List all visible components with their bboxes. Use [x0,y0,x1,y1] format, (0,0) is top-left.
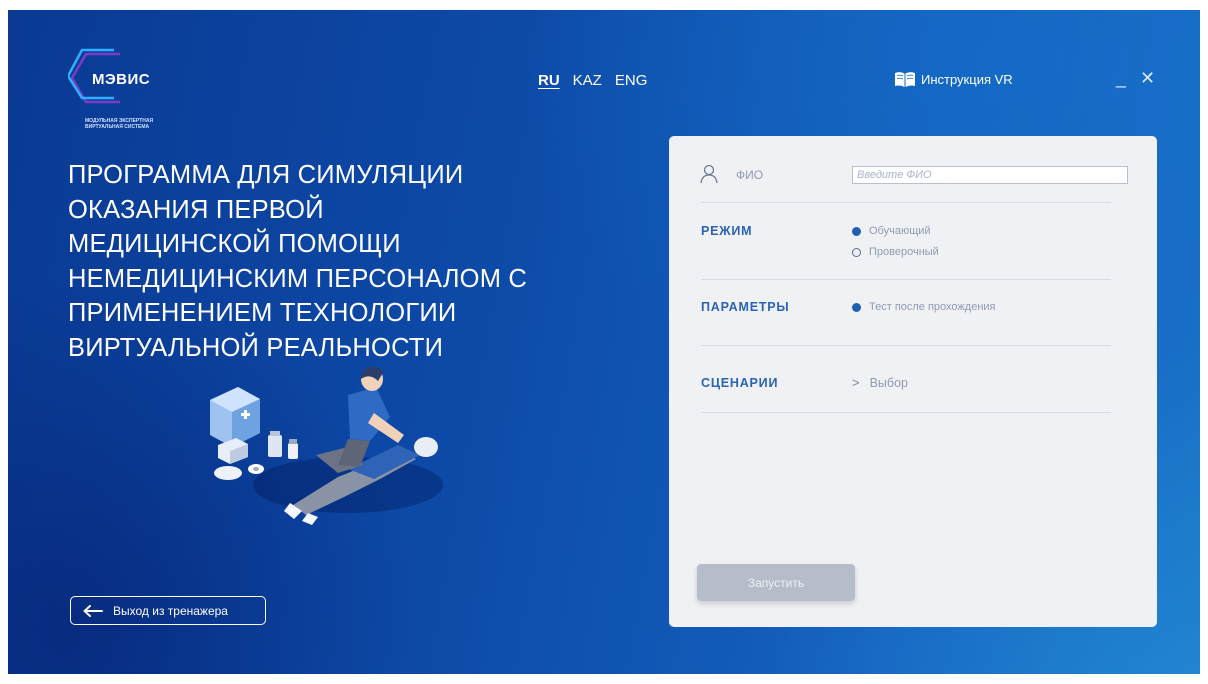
logo: МЭВИС МОДУЛЬНАЯ ЭКСПЕРТНАЯ ВИРТУАЛЬНАЯ С… [68,48,198,132]
param-option-label: Тест после прохождения [869,301,996,313]
first-aid-illustration [210,366,443,525]
radio-unselected-icon [852,247,861,257]
divider [701,412,1111,413]
divider [701,279,1111,280]
mode-option-label: Проверочный [869,246,939,258]
mode-option-training[interactable]: Обучающий [852,225,931,237]
arrow-left-icon [83,604,103,617]
minimize-button[interactable]: _ [1116,68,1126,88]
logo-subtitle: МОДУЛЬНАЯ ЭКСПЕРТНАЯ ВИРТУАЛЬНАЯ СИСТЕМА [85,118,154,130]
language-switcher: RU KAZ ENG [538,72,647,89]
radio-selected-icon [852,302,861,312]
divider [701,202,1111,203]
title-line: ОКАЗАНИЯ ПЕРВОЙ [68,195,324,224]
mode-label: РЕЖИМ [701,224,753,238]
title-line: НЕМЕДИЦИНСКИМ ПЕРСОНАЛОМ С [68,264,528,293]
close-button[interactable]: ✕ [1140,68,1155,88]
title-line: МЕДИЦИНСКОЙ ПОМОЩИ [68,230,401,258]
lang-eng[interactable]: ENG [615,72,648,89]
params-label: ПАРАМЕТРЫ [701,300,790,314]
scenarios-choose-label: Выбор [869,375,908,390]
logo-name: МЭВИС [92,71,151,88]
fio-input[interactable] [852,166,1128,184]
exit-trainer-label: Выход из тренажера [113,603,228,618]
mode-option-label: Обучающий [869,225,931,237]
lang-ru[interactable]: RU [538,72,560,89]
book-icon [895,72,915,87]
page-title: ПРОГРАММА ДЛЯ СИМУЛЯЦИИ ОКАЗАНИЯ ПЕРВОЙ … [68,158,588,365]
radio-selected-icon [852,226,861,236]
exit-trainer-button[interactable]: Выход из тренажера [70,596,266,625]
app-window: МЭВИС МОДУЛЬНАЯ ЭКСПЕРТНАЯ ВИРТУАЛЬНАЯ С… [8,10,1200,674]
scenarios-label: СЦЕНАРИИ [701,376,779,390]
scenarios-choose[interactable]: > Выбор [852,375,908,390]
user-icon [700,164,718,184]
divider [701,345,1111,346]
chevron-right-icon: > [852,375,860,390]
title-line: ПРИМЕНЕНИЕМ ТЕХНОЛОГИИ [68,299,457,327]
launch-button[interactable]: Запустить [697,564,855,601]
fio-label: ФИО [736,168,764,182]
instruction-vr-link[interactable]: Инструкция VR [894,71,1013,88]
mode-option-testing[interactable]: Проверочный [852,246,939,258]
instruction-vr-label: Инструкция VR [921,72,1013,87]
settings-panel: ФИО РЕЖИМ Обучающий Проверочный ПАРАМЕТР… [669,136,1157,627]
lang-kaz[interactable]: KAZ [573,72,602,89]
param-test-after[interactable]: Тест после прохождения [852,301,996,313]
title-line: ПРОГРАММА ДЛЯ СИМУЛЯЦИИ [68,161,464,189]
